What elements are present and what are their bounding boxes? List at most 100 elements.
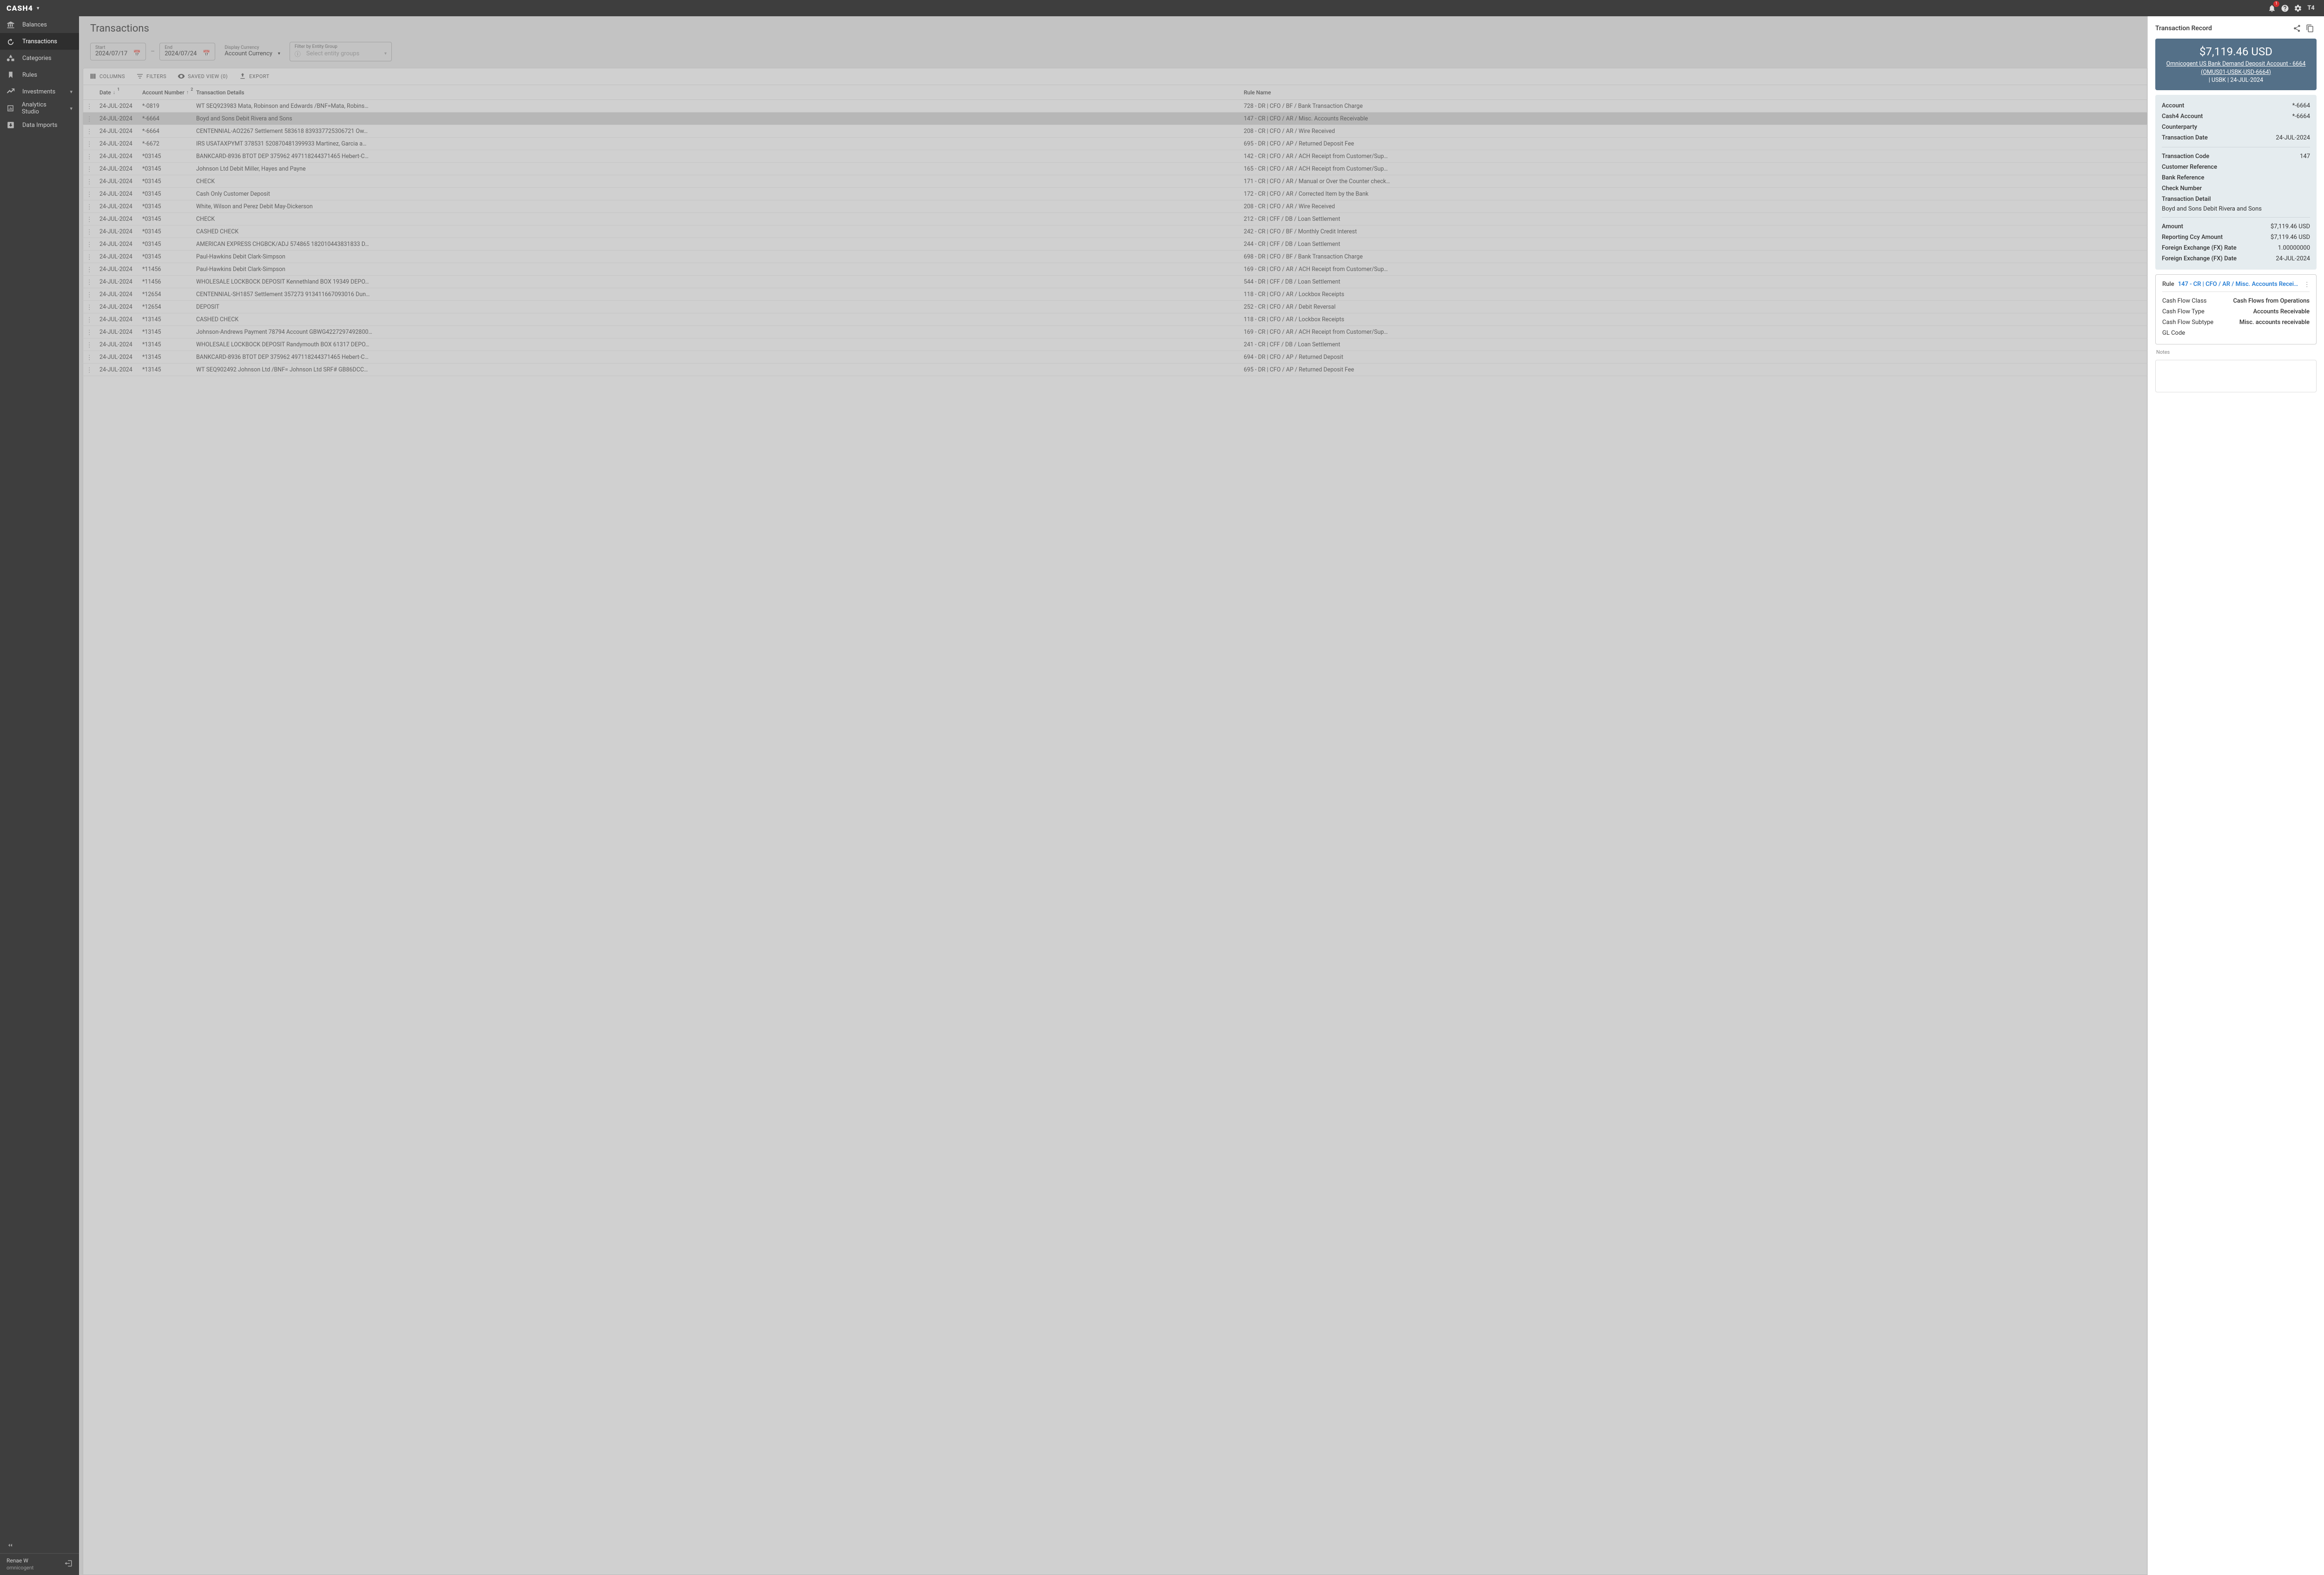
row-menu-icon[interactable]: ⋯ [86, 141, 93, 146]
table-row[interactable]: ⋯24-JUL-2024*03145CHECK171 - CR | CFO / … [83, 175, 2147, 188]
chevron-down-icon: ▾ [70, 106, 73, 112]
row-menu-icon[interactable]: ⋯ [86, 317, 93, 322]
info-icon: ⓘ [295, 49, 301, 58]
drawer-title: Transaction Record [2155, 25, 2291, 32]
row-menu-icon[interactable]: ⋯ [86, 153, 93, 159]
notes-label: Notes [2155, 349, 2317, 355]
notes-input[interactable] [2155, 360, 2317, 392]
table-row[interactable]: ⋯24-JUL-2024*03145Paul-Hawkins Debit Cla… [83, 251, 2147, 263]
sidebar-item-label: Balances [22, 21, 47, 28]
page-title: Transactions [90, 23, 2136, 34]
chevron-down-icon[interactable]: ▾ [37, 5, 40, 11]
row-menu-icon[interactable]: ⋯ [86, 266, 93, 272]
info-row: Cash Flow ClassCash Flows from Operation… [2162, 296, 2310, 306]
chevron-down-icon: ▾ [70, 89, 73, 95]
logout-icon[interactable] [64, 1559, 73, 1569]
sidebar-item-categories[interactable]: Categories [0, 50, 79, 66]
table-row[interactable]: ⋯24-JUL-2024*13145Johnson-Andrews Paymen… [83, 326, 2147, 338]
row-menu-icon[interactable]: ⋯ [86, 254, 93, 259]
account-link[interactable]: Omnicogent US Bank Demand Deposit Accoun… [2162, 60, 2310, 76]
saved-view-button[interactable]: SAVED VIEW (0) [178, 73, 228, 80]
row-menu-icon[interactable]: ⋯ [86, 191, 93, 197]
user-name: Renae W [7, 1557, 60, 1565]
table-row[interactable]: ⋯24-JUL-2024*-6664Boyd and Sons Debit Ri… [83, 112, 2147, 125]
share-icon[interactable] [2291, 22, 2304, 35]
table-row[interactable]: ⋯24-JUL-2024*-6672IRS USATAXPYMT 378531 … [83, 138, 2147, 150]
sidebar-item-transactions[interactable]: Transactions [0, 33, 79, 50]
row-menu-icon[interactable]: ⋯ [86, 291, 93, 297]
row-menu-icon[interactable]: ⋯ [86, 329, 93, 335]
account-subtext: | USBK | 24-JUL-2024 [2162, 77, 2310, 84]
table-row[interactable]: ⋯24-JUL-2024*13145CASHED CHECK118 - CR |… [83, 313, 2147, 326]
imports-icon [7, 121, 15, 129]
table-row[interactable]: ⋯24-JUL-2024*03145Cash Only Customer Dep… [83, 188, 2147, 200]
rule-link[interactable]: 147 - CR | CFO / AR / Misc. Accounts Rec… [2178, 281, 2300, 288]
table-row[interactable]: ⋯24-JUL-2024*13145WT SEQ902492 Johnson L… [83, 364, 2147, 376]
entity-group-select[interactable]: Filter by Entity Group ⓘSelect entity gr… [290, 42, 392, 61]
table-row[interactable]: ⋯24-JUL-2024*03145BANKCARD-8936 BTOT DEP… [83, 150, 2147, 163]
sidebar-item-data-imports[interactable]: Data Imports [0, 117, 79, 133]
calendar-icon: 📅 [203, 50, 210, 57]
rule-menu-icon[interactable]: ⋯ [2303, 281, 2311, 287]
row-menu-icon[interactable]: ⋯ [86, 229, 93, 234]
table-row[interactable]: ⋯24-JUL-2024*03145White, Wilson and Pere… [83, 200, 2147, 213]
sidebar: BalancesTransactionsCategoriesRulesInves… [0, 16, 79, 1575]
transactions-icon [7, 37, 15, 46]
sidebar-item-analytics-studio[interactable]: Analytics Studio ▾ [0, 100, 79, 117]
table-row[interactable]: ⋯24-JUL-2024*03145Johnson Ltd Debit Mill… [83, 163, 2147, 175]
collapse-sidebar-button[interactable] [0, 1537, 79, 1553]
row-menu-icon[interactable]: ⋯ [86, 367, 93, 372]
sidebar-item-label: Analytics Studio [22, 101, 63, 115]
column-account[interactable]: Account Number↑2 [142, 89, 196, 96]
table-row[interactable]: ⋯24-JUL-2024*03145CHECK212 - CR | CFF / … [83, 213, 2147, 225]
column-details[interactable]: Transaction Details [196, 89, 1244, 96]
row-menu-icon[interactable]: ⋯ [86, 166, 93, 172]
row-menu-icon[interactable]: ⋯ [86, 103, 93, 109]
settings-icon[interactable] [2291, 2, 2304, 15]
columns-button[interactable]: COLUMNS [89, 73, 125, 80]
sidebar-item-label: Investments [22, 88, 55, 95]
row-menu-icon[interactable]: ⋯ [86, 116, 93, 121]
row-menu-icon[interactable]: ⋯ [86, 179, 93, 184]
help-icon[interactable] [2278, 2, 2291, 15]
sidebar-item-label: Categories [22, 55, 52, 62]
export-button[interactable]: EXPORT [239, 73, 270, 80]
copy-icon[interactable] [2304, 22, 2317, 35]
filters-button[interactable]: FILTERS [136, 73, 166, 80]
table-row[interactable]: ⋯24-JUL-2024*12654CENTENNIAL-SH1857 Sett… [83, 288, 2147, 301]
table-row[interactable]: ⋯24-JUL-2024*03145AMERICAN EXPRESS CHGBC… [83, 238, 2147, 251]
table-row[interactable]: ⋯24-JUL-2024*-6664CENTENNIAL-AO2267 Sett… [83, 125, 2147, 138]
row-menu-icon[interactable]: ⋯ [86, 204, 93, 209]
column-rule[interactable]: Rule Name [1244, 89, 2144, 96]
table-row[interactable]: ⋯24-JUL-2024*03145CASHED CHECK242 - CR |… [83, 225, 2147, 238]
row-menu-icon[interactable]: ⋯ [86, 216, 93, 222]
table-row[interactable]: ⋯24-JUL-2024*11456Paul-Hawkins Debit Cla… [83, 263, 2147, 276]
table-row[interactable]: ⋯24-JUL-2024*-0819WT SEQ923983 Mata, Rob… [83, 100, 2147, 112]
sidebar-item-label: Data Imports [22, 122, 58, 129]
notifications-icon[interactable]: 1 [2265, 2, 2278, 15]
table-row[interactable]: ⋯24-JUL-2024*13145WHOLESALE LOCKBOCK DEP… [83, 338, 2147, 351]
sidebar-item-rules[interactable]: Rules [0, 66, 79, 83]
row-menu-icon[interactable]: ⋯ [86, 279, 93, 285]
topbar: CASH4 ▾ 1 T4 [0, 0, 2324, 16]
row-menu-icon[interactable]: ⋯ [86, 354, 93, 360]
rule-card: Rule 147 - CR | CFO / AR / Misc. Account… [2155, 274, 2317, 344]
row-menu-icon[interactable]: ⋯ [86, 304, 93, 310]
sidebar-item-balances[interactable]: Balances [0, 16, 79, 33]
categories-icon [7, 54, 15, 62]
currency-select[interactable]: Display Currency Account Currency▾ [220, 43, 285, 60]
start-date-field[interactable]: Start 2024/07/17📅 [90, 43, 146, 60]
column-date[interactable]: Date↓1 [99, 89, 142, 96]
table-row[interactable]: ⋯24-JUL-2024*11456WHOLESALE LOCKBOCK DEP… [83, 276, 2147, 288]
row-menu-icon[interactable]: ⋯ [86, 342, 93, 347]
row-menu-icon[interactable]: ⋯ [86, 241, 93, 247]
table-row[interactable]: ⋯24-JUL-2024*13145BANKCARD-8936 BTOT DEP… [83, 351, 2147, 364]
user-avatar[interactable]: T4 [2304, 2, 2317, 15]
info-row: Cash Flow TypeAccounts Receivable [2162, 306, 2310, 317]
user-org: omnicogent [7, 1565, 60, 1571]
sidebar-item-investments[interactable]: Investments ▾ [0, 83, 79, 100]
table-row[interactable]: ⋯24-JUL-2024*12654DEPOSIT252 - CR | CFO … [83, 301, 2147, 313]
end-date-field[interactable]: End 2024/07/24📅 [159, 43, 215, 60]
analytics-icon [7, 104, 14, 112]
row-menu-icon[interactable]: ⋯ [86, 128, 93, 134]
